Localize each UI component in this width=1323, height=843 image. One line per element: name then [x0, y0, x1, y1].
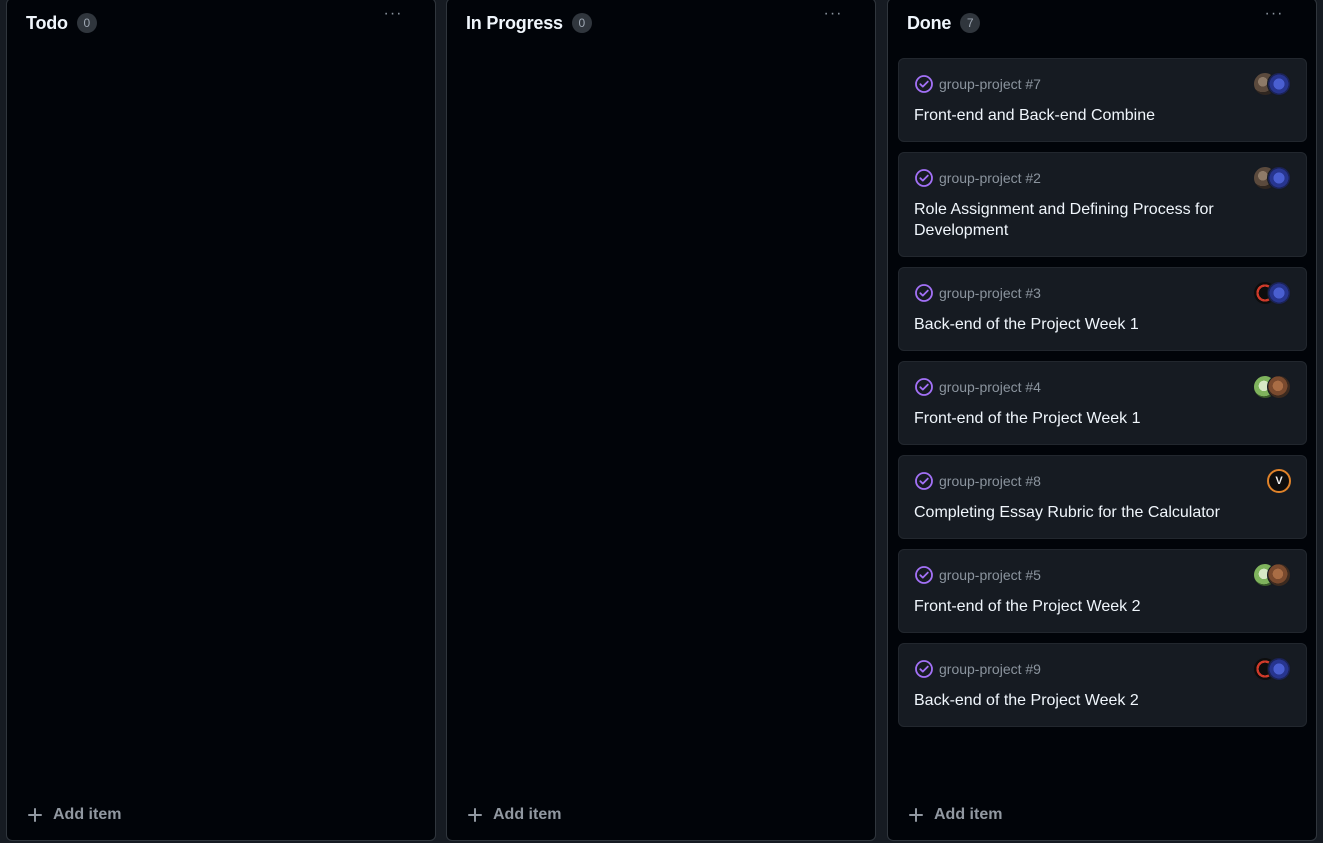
issue-closed-check-icon — [915, 472, 933, 490]
plus-icon — [27, 807, 43, 823]
issue-closed-check-icon — [915, 660, 933, 678]
column-title: In Progress — [466, 12, 563, 33]
avatar — [1267, 281, 1291, 305]
column-more-options-button[interactable]: ··· — [821, 6, 845, 23]
item-count-badge: 7 — [960, 13, 981, 33]
column-header: Done 7 — [888, 0, 1316, 47]
issue-reference: group-project #2 — [939, 170, 1041, 186]
card-title[interactable]: Role Assignment and Defining Process for… — [914, 199, 1246, 241]
add-item-label: Add item — [934, 806, 1003, 823]
issue-card[interactable]: group-project #2 Role Assignment and Def… — [898, 152, 1307, 257]
card-meta: group-project #4 — [914, 377, 1041, 397]
issue-closed-check-icon — [915, 378, 933, 396]
avatar — [1267, 563, 1291, 587]
avatar — [1267, 375, 1291, 399]
column-more-options-button[interactable]: ··· — [381, 6, 405, 23]
column-header: In Progress 0 — [447, 0, 875, 47]
assignee-avatars[interactable] — [1253, 281, 1291, 305]
issue-card[interactable]: group-project #3 Back-end of the Project… — [898, 267, 1307, 351]
assignee-avatars[interactable] — [1253, 563, 1291, 587]
column-header: Todo 0 — [7, 0, 435, 47]
assignee-avatars[interactable] — [1253, 657, 1291, 681]
issue-reference: group-project #3 — [939, 285, 1041, 301]
card-title[interactable]: Back-end of the Project Week 2 — [914, 690, 1246, 711]
issue-reference: group-project #9 — [939, 661, 1041, 677]
card-title[interactable]: Front-end and Back-end Combine — [914, 105, 1246, 126]
add-item-button[interactable]: Add item — [908, 804, 1002, 826]
card-meta: group-project #9 — [914, 659, 1041, 679]
card-title[interactable]: Front-end of the Project Week 1 — [914, 408, 1246, 429]
assignee-avatars[interactable]: V — [1267, 469, 1291, 493]
issue-reference: group-project #5 — [939, 567, 1041, 583]
column-title: Done — [907, 12, 952, 33]
assignee-avatars[interactable] — [1253, 375, 1291, 399]
issue-reference: group-project #7 — [939, 76, 1041, 92]
column-todo: Todo 0 ··· Add item — [6, 0, 436, 841]
column-more-options-button[interactable]: ··· — [1262, 6, 1286, 23]
issue-reference: group-project #8 — [939, 473, 1041, 489]
avatar — [1267, 166, 1291, 190]
card-meta: group-project #3 — [914, 283, 1041, 303]
issue-reference: group-project #4 — [939, 379, 1041, 395]
column-title: Todo — [26, 12, 68, 33]
avatar — [1267, 657, 1291, 681]
add-item-button[interactable]: Add item — [467, 804, 561, 826]
plus-icon — [908, 807, 924, 823]
issue-closed-check-icon — [915, 284, 933, 302]
item-count-badge: 0 — [76, 13, 97, 33]
issue-card[interactable]: group-project #4 Front-end of the Projec… — [898, 361, 1307, 445]
issue-card[interactable]: group-project #9 Back-end of the Project… — [898, 643, 1307, 727]
issue-card[interactable]: group-project #7 Front-end and Back-end … — [898, 58, 1307, 142]
card-meta: group-project #8 — [914, 471, 1041, 491]
plus-icon — [467, 807, 483, 823]
add-item-label: Add item — [493, 806, 562, 823]
column-in-progress: In Progress 0 ··· Add item — [446, 0, 876, 841]
issue-card[interactable]: group-project #5 Front-end of the Projec… — [898, 549, 1307, 633]
assignee-avatars[interactable] — [1253, 166, 1291, 190]
card-meta: group-project #2 — [914, 168, 1041, 188]
avatar — [1267, 72, 1291, 96]
assignee-avatars[interactable] — [1253, 72, 1291, 96]
card-meta: group-project #5 — [914, 565, 1041, 585]
card-title[interactable]: Back-end of the Project Week 1 — [914, 314, 1246, 335]
card-title[interactable]: Front-end of the Project Week 2 — [914, 596, 1246, 617]
card-title[interactable]: Completing Essay Rubric for the Calculat… — [914, 502, 1246, 523]
card-meta: group-project #7 — [914, 74, 1041, 94]
issue-closed-check-icon — [915, 566, 933, 584]
issue-card[interactable]: group-project #8 V Completing Essay Rubr… — [898, 455, 1307, 539]
column-done: Done 7 ··· group-project #7 Front-end an… — [887, 0, 1317, 841]
add-item-button[interactable]: Add item — [27, 804, 121, 826]
item-count-badge: 0 — [571, 13, 592, 33]
project-board: Todo 0 ··· Add item In Progress 0 ··· Ad… — [0, 0, 1323, 843]
add-item-label: Add item — [53, 806, 122, 823]
avatar: V — [1267, 469, 1291, 493]
issue-closed-check-icon — [915, 75, 933, 93]
issue-closed-check-icon — [915, 169, 933, 187]
